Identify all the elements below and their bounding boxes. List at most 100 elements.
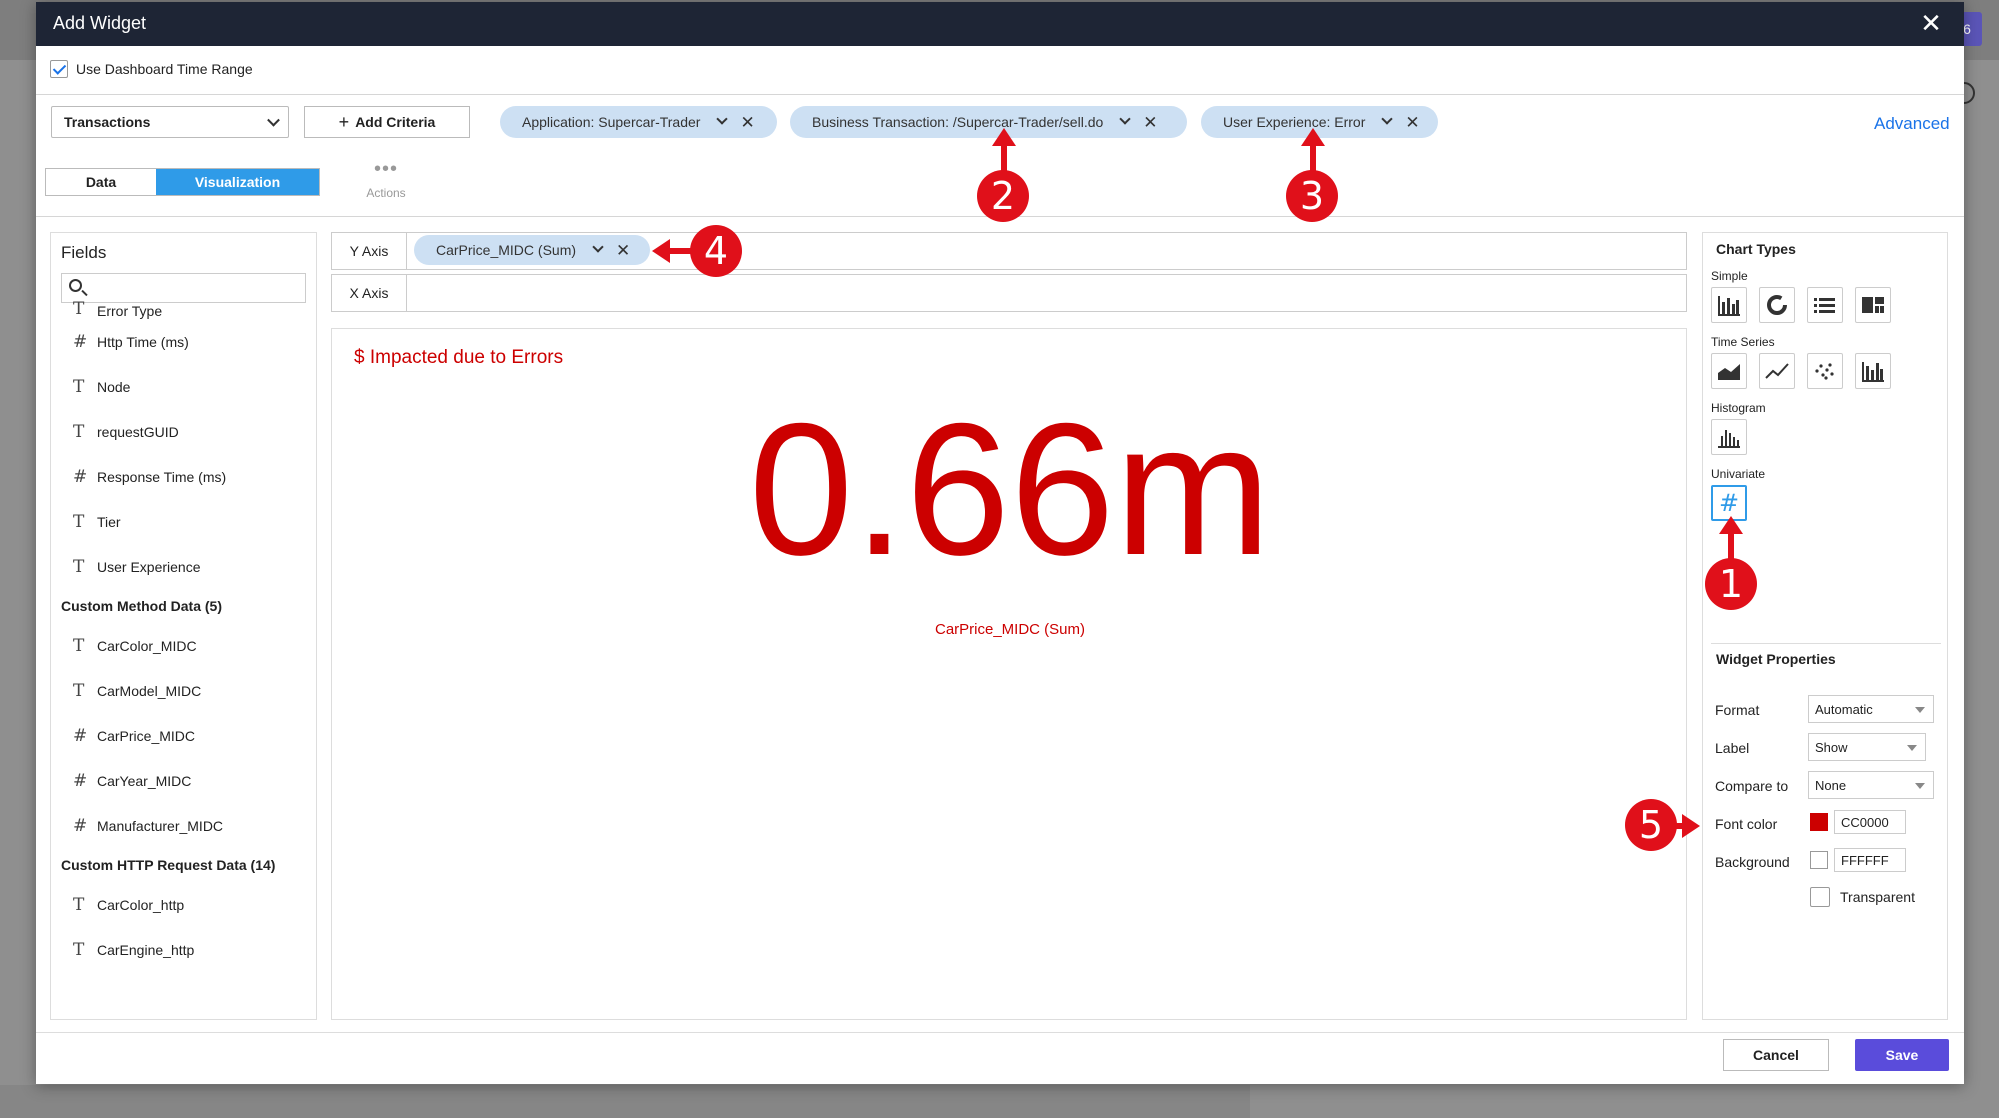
- compare-to-select[interactable]: None: [1808, 771, 1934, 799]
- field-item[interactable]: T Tier: [51, 499, 316, 544]
- field-item[interactable]: # Response Time (ms): [51, 454, 316, 499]
- text-type-icon: T: [73, 939, 85, 960]
- annotation-marker-3: 3: [1286, 170, 1338, 222]
- chip-label: Application: Supercar-Trader: [522, 114, 701, 130]
- widget-preview: $ Impacted due to Errors 0.66m CarPrice_…: [331, 328, 1687, 1020]
- x-axis-row[interactable]: X Axis: [331, 274, 1687, 312]
- number-type-icon: #: [73, 331, 88, 352]
- text-type-icon: T: [73, 680, 85, 701]
- annotation-marker-5: 5: [1625, 799, 1677, 851]
- column-chart-icon[interactable]: [1855, 353, 1891, 389]
- treemap-icon[interactable]: [1855, 287, 1891, 323]
- cancel-button[interactable]: Cancel: [1723, 1039, 1829, 1071]
- save-button[interactable]: Save: [1855, 1039, 1949, 1071]
- text-type-icon: T: [73, 421, 85, 442]
- label-select[interactable]: Show: [1808, 733, 1926, 761]
- number-type-icon: #: [73, 725, 88, 746]
- area-chart-icon[interactable]: [1711, 353, 1747, 389]
- annotation-marker-4: 4: [690, 225, 742, 277]
- field-item[interactable]: T CarModel_MIDC: [51, 668, 316, 713]
- transparent-option[interactable]: Transparent: [1810, 887, 1915, 907]
- text-type-icon: T: [73, 376, 85, 397]
- y-axis-label: Y Axis: [332, 233, 407, 269]
- text-type-icon: T: [73, 635, 85, 656]
- fields-search-input[interactable]: [61, 273, 306, 303]
- font-color-input[interactable]: CC0000: [1834, 810, 1906, 834]
- filter-chip-application[interactable]: Application: Supercar-Trader ✕: [500, 106, 777, 138]
- close-icon[interactable]: ✕: [1918, 10, 1944, 36]
- donut-chart-icon[interactable]: [1759, 287, 1795, 323]
- field-item[interactable]: T CarColor_MIDC: [51, 623, 316, 668]
- font-color-swatch[interactable]: [1810, 813, 1828, 831]
- list-icon[interactable]: [1807, 287, 1843, 323]
- remove-icon[interactable]: ✕: [740, 114, 754, 131]
- data-source-select[interactable]: Transactions: [51, 106, 289, 138]
- add-criteria-label: Add Criteria: [355, 114, 436, 130]
- time-range-label: Use Dashboard Time Range: [76, 61, 253, 77]
- field-item[interactable]: T Node: [51, 364, 316, 409]
- bar-chart-icon[interactable]: [1711, 287, 1747, 323]
- transparent-label: Transparent: [1840, 889, 1915, 905]
- background-color-input[interactable]: FFFFFF: [1834, 848, 1906, 872]
- y-axis-chip[interactable]: CarPrice_MIDC (Sum) ✕: [414, 235, 650, 265]
- field-item[interactable]: T Error Type: [51, 301, 316, 319]
- preview-value: 0.66m: [748, 384, 1272, 594]
- histogram-label: Histogram: [1711, 401, 1766, 415]
- time-series-label: Time Series: [1711, 335, 1775, 349]
- field-item[interactable]: TrequestGUID: [51, 409, 316, 454]
- field-item[interactable]: # Manufacturer_MIDC: [51, 803, 316, 848]
- compare-to-value: None: [1815, 777, 1847, 793]
- divider: [36, 94, 1964, 95]
- tab-data[interactable]: Data: [46, 169, 156, 195]
- line-chart-icon[interactable]: [1759, 353, 1795, 389]
- preview-title: $ Impacted due to Errors: [354, 347, 564, 368]
- field-item[interactable]: # CarYear_MIDC: [51, 758, 316, 803]
- preview-subtitle: CarPrice_MIDC (Sum): [934, 621, 1085, 638]
- chart-types-header: Chart Types: [1716, 241, 1796, 257]
- format-label: Format: [1715, 702, 1760, 718]
- y-axis-row[interactable]: Y Axis CarPrice_MIDC (Sum) ✕: [331, 232, 1687, 270]
- fields-panel: Fields T Error Type # Http Time (ms) T Node…: [50, 232, 317, 1020]
- footer-divider: [36, 1032, 1964, 1033]
- fields-header: Fields: [61, 243, 107, 262]
- actions-menu[interactable]: ••• Actions: [356, 159, 416, 200]
- dialog-title: Add Widget: [53, 13, 147, 33]
- scatter-chart-icon[interactable]: [1807, 353, 1843, 389]
- univariate-label: Univariate: [1711, 467, 1766, 481]
- field-item[interactable]: T User Experience: [51, 544, 316, 589]
- more-icon[interactable]: •••: [356, 159, 416, 179]
- data-source-value: Transactions: [64, 114, 151, 130]
- advanced-link[interactable]: Advanced: [1874, 114, 1950, 134]
- text-type-icon: T: [73, 556, 85, 577]
- field-group-header: Custom Method Data (5): [61, 598, 222, 614]
- chevron-down-icon[interactable]: [592, 241, 604, 253]
- tab-visualization[interactable]: Visualization: [156, 169, 319, 195]
- field-item[interactable]: T CarEngine_http: [51, 927, 316, 972]
- background-color-swatch[interactable]: [1810, 851, 1828, 869]
- chevron-down-icon[interactable]: [1119, 113, 1131, 125]
- format-select[interactable]: Automatic: [1808, 695, 1934, 723]
- number-type-icon: #: [73, 770, 88, 791]
- histogram-icon[interactable]: [1711, 419, 1747, 455]
- field-item[interactable]: # Http Time (ms): [51, 319, 316, 364]
- remove-icon[interactable]: ✕: [1143, 114, 1157, 131]
- plus-icon: +: [338, 111, 350, 132]
- remove-icon[interactable]: ✕: [1405, 114, 1419, 131]
- chevron-down-icon[interactable]: [716, 113, 729, 125]
- remove-icon[interactable]: ✕: [616, 242, 630, 259]
- label-label: Label: [1715, 740, 1750, 756]
- transparent-checkbox[interactable]: [1810, 887, 1830, 907]
- number-type-icon: #: [73, 466, 88, 487]
- chevron-down-icon[interactable]: [1381, 113, 1394, 125]
- field-item[interactable]: T CarColor_http: [51, 882, 316, 927]
- caret-down-icon: [1915, 783, 1925, 789]
- add-widget-dialog: Add Widget ✕ Use Dashboard Time Range Tr…: [36, 2, 1964, 1084]
- x-axis-label: X Axis: [332, 275, 407, 311]
- filter-chip-business-transaction[interactable]: Business Transaction: /Supercar-Trader/s…: [790, 106, 1187, 138]
- use-dashboard-time-range[interactable]: Use Dashboard Time Range: [50, 60, 253, 78]
- field-item[interactable]: # CarPrice_MIDC: [51, 713, 316, 758]
- annotation-marker-1: 1: [1705, 558, 1757, 610]
- add-criteria-button[interactable]: + Add Criteria: [304, 106, 470, 138]
- time-range-checkbox[interactable]: [50, 60, 68, 78]
- annotation-marker-2: 2: [977, 170, 1029, 222]
